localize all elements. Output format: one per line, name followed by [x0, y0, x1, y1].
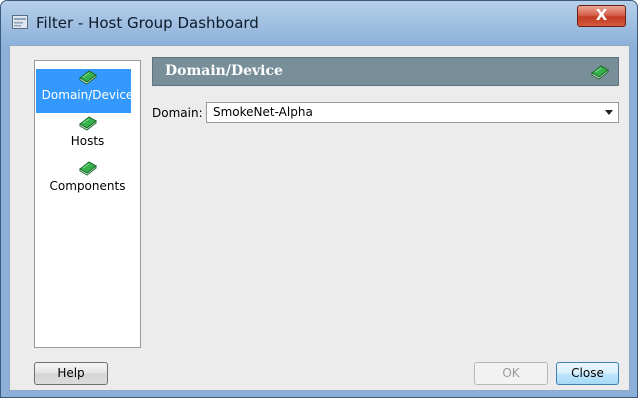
book-icon — [591, 65, 609, 80]
book-icon — [78, 116, 97, 131]
window-close-button[interactable]: X — [577, 5, 626, 27]
filter-category-list: Domain/Device Hosts Components — [34, 60, 141, 348]
dialog-body: Domain/Device Hosts Components Domain/De… — [9, 45, 630, 391]
ok-button[interactable]: OK — [474, 362, 548, 385]
sidebar-item-domain-device[interactable]: Domain/Device — [35, 69, 140, 113]
sidebar-item-components[interactable]: Components — [35, 160, 140, 194]
dialog-window: Filter - Host Group Dashboard X Domain/D… — [0, 0, 638, 398]
window-app-icon — [12, 15, 28, 29]
close-icon: X — [595, 6, 608, 24]
domain-select[interactable]: SmokeNet-Alpha — [206, 102, 619, 123]
domain-select-value: SmokeNet-Alpha — [213, 105, 313, 119]
window-title: Filter - Host Group Dashboard — [36, 14, 259, 32]
panel-title: Domain/Device — [165, 63, 283, 79]
domain-label: Domain: — [152, 106, 203, 120]
help-button[interactable]: Help — [34, 362, 108, 385]
close-button[interactable]: Close — [556, 362, 619, 385]
chevron-down-icon[interactable] — [605, 110, 613, 115]
panel-header: Domain/Device — [152, 57, 619, 86]
book-icon — [78, 161, 97, 176]
sidebar-item-hosts[interactable]: Hosts — [35, 115, 140, 149]
sidebar-item-label: Hosts — [70, 134, 105, 148]
sidebar-item-label: Components — [49, 179, 126, 193]
sidebar-item-label: Domain/Device — [41, 88, 134, 102]
title-bar[interactable]: Filter - Host Group Dashboard X — [1, 1, 637, 45]
book-icon — [78, 70, 97, 85]
